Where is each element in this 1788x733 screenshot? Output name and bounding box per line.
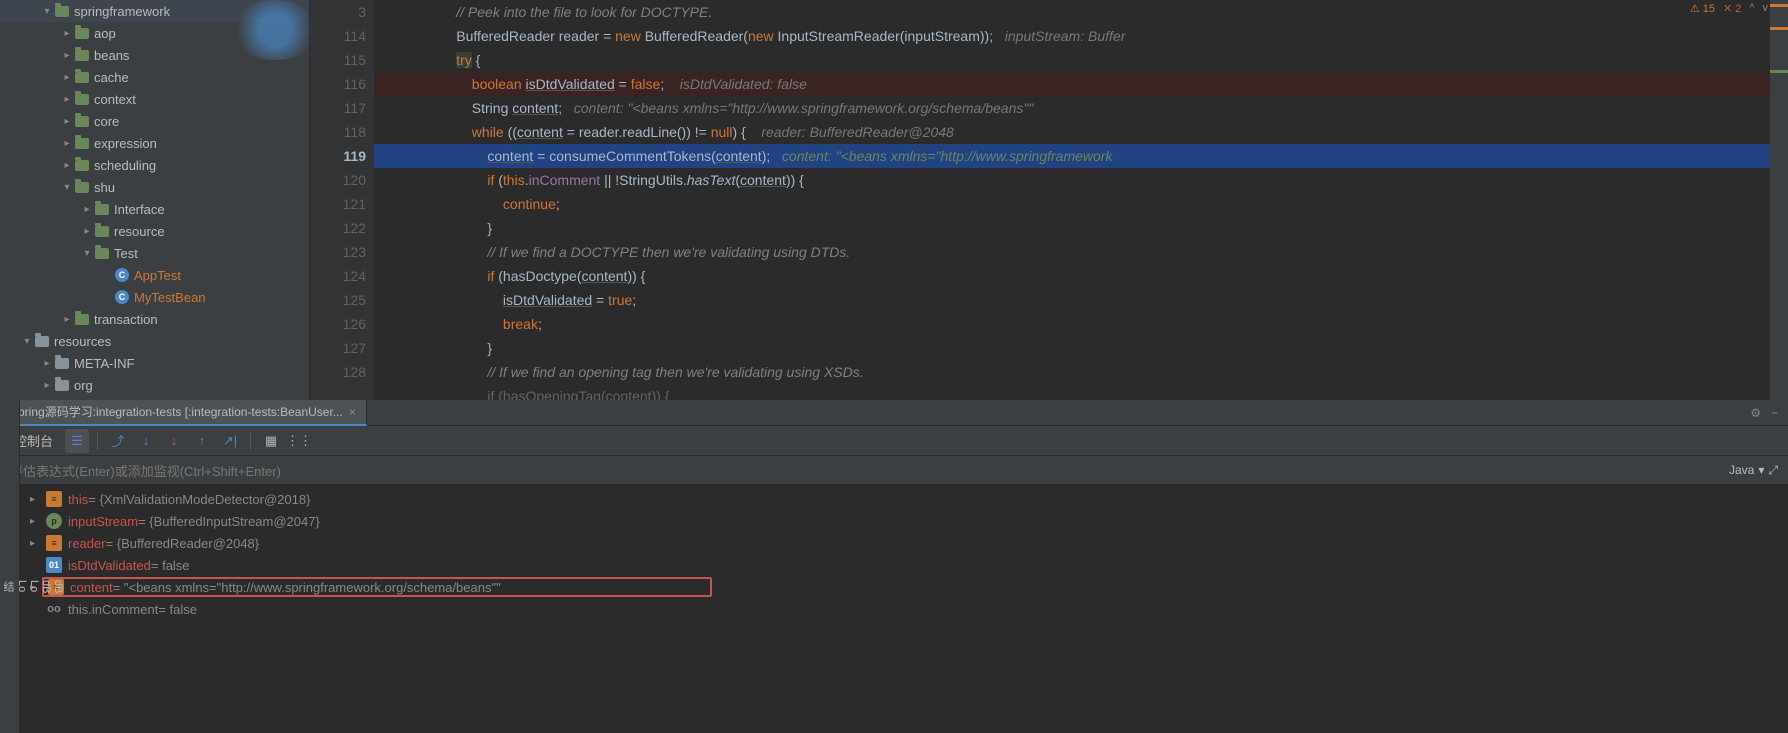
var-row[interactable]: ▸≡reader = {BufferedReader@2048} [0,532,1788,554]
tree-node-resources[interactable]: ▾resources [0,330,309,352]
evaluate-icon[interactable]: ▦ [259,429,283,453]
tree-node-expression[interactable]: ▸expression [0,132,309,154]
left-toolwindow-strip[interactable]: 结LoLodBdB [0,400,20,733]
chevron-down-icon: ▾ [1758,463,1764,477]
tree-node-context[interactable]: ▸context [0,88,309,110]
tree-node-interface[interactable]: ▸Interface [0,198,309,220]
var-row[interactable]: ▸pinputStream = {BufferedInputStream@204… [0,510,1788,532]
tree-node-org[interactable]: ▸org [0,374,309,396]
project-tree[interactable]: ▾springframework ▸aop ▸beans ▸cache ▸con… [0,0,310,400]
run-to-cursor-icon[interactable]: ↗| [218,429,242,453]
tree-node-transaction[interactable]: ▸transaction [0,308,309,330]
trace-icon[interactable]: ⋮⋮ [287,429,311,453]
mascot-icon [230,0,320,60]
tree-node-test[interactable]: ▾Test [0,242,309,264]
evaluate-expression-bar: 评估表达式(Enter)或添加监视(Ctrl+Shift+Enter) Java… [0,456,1788,484]
code-area[interactable]: // Peek into the file to look for DOCTYP… [374,0,1788,400]
line-gutter: 3 114 115 116 117 118 119 120 121 122 12… [310,0,374,400]
step-into-icon[interactable]: ↓ [134,429,158,453]
tree-node-core[interactable]: ▸core [0,110,309,132]
debug-toolbar: 控制台 ☰ ⤴ ↓ ↓ ↑ ↗| ▦ ⋮⋮ [0,426,1788,456]
evaluate-input[interactable]: 评估表达式(Enter)或添加监视(Ctrl+Shift+Enter) [10,461,1729,480]
var-row[interactable]: oothis.inComment = false [0,598,1788,620]
threads-icon[interactable]: ☰ [65,429,89,453]
expand-icon[interactable]: ⤢ [1768,463,1778,478]
code-editor[interactable]: 3 114 115 116 117 118 119 120 121 122 12… [310,0,1788,400]
step-over-icon[interactable]: ⤴ [106,429,130,453]
var-row[interactable]: ▸≡this = {XmlValidationModeDetector@2018… [0,488,1788,510]
editor-marks-strip[interactable] [1770,0,1788,400]
inspection-status[interactable]: ⚠ 15✕ 2^v [1690,2,1768,15]
variables-panel[interactable]: ▸≡this = {XmlValidationModeDetector@2018… [0,484,1788,624]
debug-tab-bar: Spring源码学习:integration-tests [:integrati… [0,400,1788,426]
force-step-into-icon[interactable]: ↓ [162,429,186,453]
step-out-icon[interactable]: ↑ [190,429,214,453]
var-row[interactable]: 01isDtdValidated = false [0,554,1788,576]
tree-node-scheduling[interactable]: ▸scheduling [0,154,309,176]
tree-node-mytestbean[interactable]: CMyTestBean [0,286,309,308]
current-execution-line: content = consumeCommentTokens(content);… [374,144,1788,168]
minimize-icon[interactable]: − [1771,406,1778,420]
tree-node-apptest[interactable]: CAppTest [0,264,309,286]
gear-icon[interactable]: ⚙ [1750,406,1761,420]
tree-node-metainf[interactable]: ▸META-INF [0,352,309,374]
tree-node-cache[interactable]: ▸cache [0,66,309,88]
var-row-highlighted[interactable]: ▸≡content = "<beans xmlns="http://www.sp… [0,576,1788,598]
language-selector[interactable]: Java▾⤢ [1729,463,1778,478]
tree-node-shu[interactable]: ▾shu [0,176,309,198]
tree-node-resource[interactable]: ▸resource [0,220,309,242]
